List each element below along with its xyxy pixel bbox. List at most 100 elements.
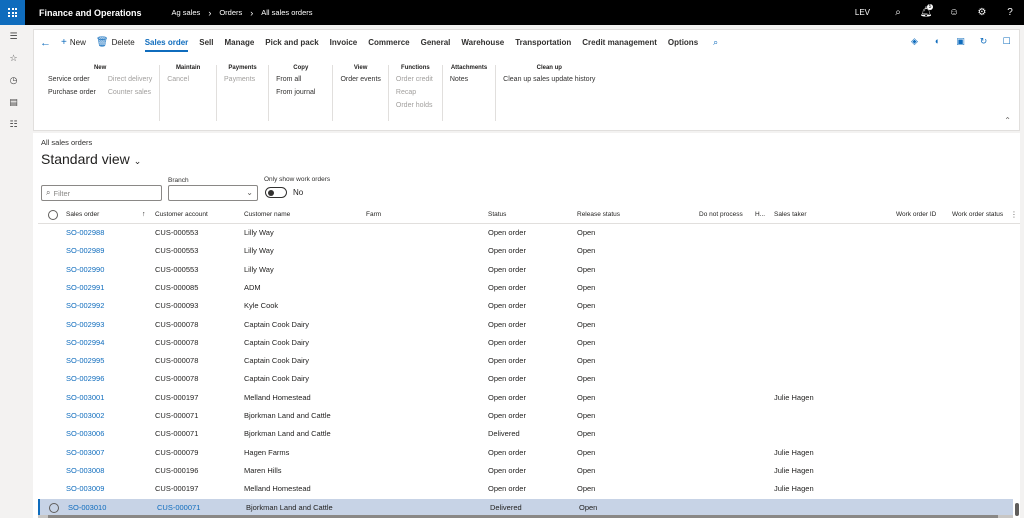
column-header-work-order-status[interactable]: Work order status bbox=[952, 211, 1003, 218]
recap-button[interactable]: Recap bbox=[396, 89, 433, 96]
breadcrumb-item[interactable]: Ag sales bbox=[172, 8, 201, 17]
tab-general[interactable]: General bbox=[421, 30, 451, 55]
more-columns-icon[interactable]: ⋮ bbox=[1010, 210, 1018, 219]
table-row[interactable]: SO-003001 CUS-000197 Melland Homestead Open… bbox=[38, 389, 1013, 407]
sales-order-link[interactable]: SO-002990 bbox=[66, 265, 104, 274]
table-row[interactable]: SO-002988 CUS-000553 Lilly Way Open order Op… bbox=[38, 224, 1013, 242]
table-row[interactable]: SO-002991 CUS-000085 ADM Open order Open bbox=[38, 279, 1013, 297]
order-holds-button[interactable]: Order holds bbox=[396, 102, 433, 109]
tab-manage[interactable]: Manage bbox=[225, 30, 255, 55]
notification-icon[interactable]: 🔔︎ 5 bbox=[912, 0, 940, 25]
tab-credit-management[interactable]: Credit management bbox=[582, 30, 657, 55]
table-row[interactable]: SO-003007 CUS-000079 Hagen Farms Open order… bbox=[38, 444, 1013, 462]
order-events-button[interactable]: Order events bbox=[340, 76, 380, 83]
counter-sales-button[interactable]: Counter sales bbox=[108, 89, 152, 96]
breadcrumb-item[interactable]: All sales orders bbox=[261, 8, 312, 17]
tab-invoice[interactable]: Invoice bbox=[330, 30, 358, 55]
table-row[interactable]: SO-002992 CUS-000093 Kyle Cook Open order Op… bbox=[38, 297, 1013, 315]
app-launcher-button[interactable] bbox=[0, 0, 25, 25]
table-row[interactable]: SO-002990 CUS-000553 Lilly Way Open order Op… bbox=[38, 261, 1013, 279]
customer-account-cell[interactable]: CUS-000071 bbox=[157, 503, 200, 512]
order-credit-button[interactable]: Order credit bbox=[396, 76, 433, 83]
sales-order-link[interactable]: SO-003008 bbox=[66, 466, 104, 475]
column-header-sales-order[interactable]: Sales order bbox=[66, 211, 99, 218]
diamond-icon[interactable]: ◈ bbox=[908, 36, 921, 47]
smiley-icon[interactable]: ☺ bbox=[940, 0, 968, 25]
close-icon[interactable]: ☐ bbox=[1000, 36, 1013, 47]
copy-from-journal-button[interactable]: From journal bbox=[276, 89, 315, 96]
table-row[interactable]: SO-002989 CUS-000553 Lilly Way Open order Op… bbox=[38, 242, 1013, 260]
sales-order-link[interactable]: SO-003002 bbox=[66, 411, 104, 420]
clock-icon[interactable]: ◷ bbox=[0, 69, 27, 91]
service-order-button[interactable]: Service order bbox=[48, 76, 96, 83]
search-icon[interactable]: ⌕ bbox=[713, 37, 718, 48]
tab-sales-order[interactable]: Sales order bbox=[144, 30, 188, 55]
column-header-work-order-id[interactable]: Work order ID bbox=[896, 211, 936, 218]
notes-button[interactable]: Notes bbox=[450, 76, 468, 83]
sales-order-link[interactable]: SO-002993 bbox=[66, 320, 104, 329]
sales-order-link[interactable]: SO-002992 bbox=[66, 301, 104, 310]
sales-order-link[interactable]: SO-003001 bbox=[66, 393, 104, 402]
sales-order-link[interactable]: SO-003006 bbox=[66, 429, 104, 438]
filter-input[interactable] bbox=[53, 188, 154, 198]
column-header-release-status[interactable]: Release status bbox=[577, 211, 620, 218]
back-arrow-icon[interactable]: ← bbox=[40, 37, 51, 49]
direct-delivery-button[interactable]: Direct delivery bbox=[108, 76, 152, 83]
select-all-checkbox[interactable] bbox=[48, 210, 58, 220]
sales-order-link[interactable]: SO-002996 bbox=[66, 374, 104, 383]
work-orders-toggle[interactable] bbox=[265, 187, 287, 198]
hamburger-icon[interactable]: ☰ bbox=[0, 25, 27, 47]
copy-from-all-button[interactable]: From all bbox=[276, 76, 315, 83]
sales-order-link[interactable]: SO-002988 bbox=[66, 228, 104, 237]
sort-ascending-icon[interactable]: ↑ bbox=[142, 211, 146, 218]
search-icon[interactable]: ⌕ bbox=[884, 0, 912, 25]
table-row[interactable]: SO-003009 CUS-000197 Melland Homestead Open… bbox=[38, 480, 1013, 498]
table-row[interactable]: SO-002995 CUS-000078 Captain Cook Dairy Ope… bbox=[38, 352, 1013, 370]
table-row[interactable]: SO-003002 CUS-000071 Bjorkman Land and Cat… bbox=[38, 407, 1013, 425]
tab-sell[interactable]: Sell bbox=[199, 30, 213, 55]
row-select-checkbox[interactable] bbox=[49, 502, 59, 513]
tab-commerce[interactable]: Commerce bbox=[368, 30, 409, 55]
table-row[interactable]: SO-003008 CUS-000196 Maren Hills Open order… bbox=[38, 462, 1013, 480]
column-header-h[interactable]: H... bbox=[755, 211, 765, 218]
help-icon[interactable]: ? bbox=[996, 0, 1024, 25]
column-header-customer-name[interactable]: Customer name bbox=[244, 211, 290, 218]
table-row[interactable]: SO-002993 CUS-000078 Captain Cook Dairy Ope… bbox=[38, 316, 1013, 334]
sales-order-link[interactable]: SO-002991 bbox=[66, 283, 104, 292]
sales-order-link[interactable]: SO-002994 bbox=[66, 338, 104, 347]
column-header-do-not-process[interactable]: Do not process bbox=[699, 211, 743, 218]
sales-order-link[interactable]: SO-003007 bbox=[66, 448, 104, 457]
view-selector[interactable]: Standard view ⌄ bbox=[41, 151, 141, 167]
tab-pick-and-pack[interactable]: Pick and pack bbox=[265, 30, 318, 55]
vertical-scrollbar[interactable] bbox=[1014, 225, 1019, 518]
table-row[interactable]: SO-002994 CUS-000078 Captain Cook Dairy Ope… bbox=[38, 334, 1013, 352]
table-row[interactable]: SO-002996 CUS-000078 Captain Cook Dairy Ope… bbox=[38, 370, 1013, 388]
office-icon[interactable]: ◐ bbox=[931, 36, 944, 47]
company-picker[interactable]: LEV bbox=[841, 8, 884, 17]
table-row[interactable]: SO-003006 CUS-000071 Bjorkman Land and Cat… bbox=[38, 425, 1013, 443]
app-title[interactable]: Finance and Operations bbox=[25, 8, 152, 18]
new-button[interactable]: + New bbox=[61, 37, 86, 48]
chevron-up-icon[interactable]: ⌃ bbox=[1004, 116, 1011, 125]
scroll-thumb[interactable] bbox=[1015, 503, 1019, 516]
cancel-button[interactable]: Cancel bbox=[167, 76, 189, 83]
tab-transportation[interactable]: Transportation bbox=[515, 30, 571, 55]
star-icon[interactable]: ☆ bbox=[0, 47, 27, 69]
sales-order-link[interactable]: SO-002995 bbox=[66, 356, 104, 365]
payments-button[interactable]: Payments bbox=[224, 76, 255, 83]
workspace-icon[interactable]: ▤ bbox=[0, 91, 27, 113]
sales-order-link[interactable]: SO-003010 bbox=[68, 503, 106, 512]
column-header-sales-taker[interactable]: Sales taker bbox=[774, 211, 807, 218]
attachment-icon[interactable]: ▣ bbox=[954, 36, 967, 47]
clean-up-history-button[interactable]: Clean up sales update history bbox=[503, 76, 595, 83]
sales-order-link[interactable]: SO-003009 bbox=[66, 484, 104, 493]
list-icon[interactable]: ☷ bbox=[0, 113, 27, 135]
branch-dropdown[interactable]: ⌄ bbox=[168, 185, 258, 201]
breadcrumb-item[interactable]: Orders bbox=[219, 8, 242, 17]
sales-order-link[interactable]: SO-002989 bbox=[66, 246, 104, 255]
delete-button[interactable]: 🗑︎ Delete bbox=[96, 37, 135, 48]
tab-warehouse[interactable]: Warehouse bbox=[461, 30, 504, 55]
column-header-customer-account[interactable]: Customer account bbox=[155, 211, 208, 218]
column-header-farm[interactable]: Farm bbox=[366, 211, 381, 218]
refresh-icon[interactable]: ↻ bbox=[977, 36, 990, 47]
